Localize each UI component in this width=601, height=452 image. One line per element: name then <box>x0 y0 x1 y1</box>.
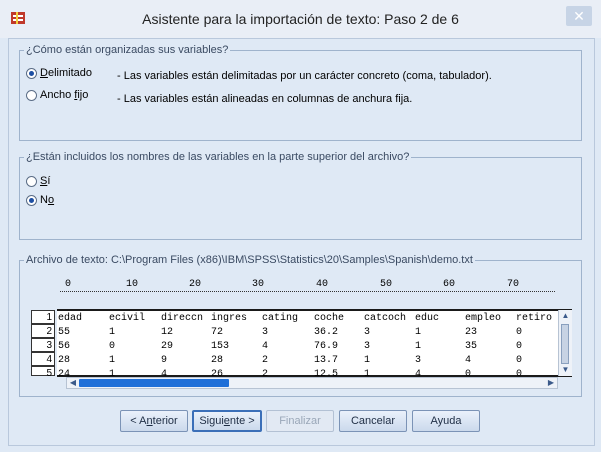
horizontal-scroll-thumb[interactable] <box>79 379 229 387</box>
preview-cell: 29 <box>161 341 174 352</box>
preview-cell: 28 <box>58 355 71 366</box>
preview-header-cell: ingres <box>211 313 248 324</box>
preview-cell: 12 <box>161 327 174 338</box>
preview-cell: 36.2 <box>314 327 339 338</box>
delimited-description: - Las variables están delimitadas por un… <box>117 70 492 82</box>
preview-cell: 55 <box>58 327 71 338</box>
preview-cell: 9 <box>161 355 168 366</box>
scroll-right-icon[interactable]: ▶ <box>545 378 557 388</box>
back-button[interactable]: < Anterior <box>120 410 188 432</box>
preview-header-cell: direccn <box>161 313 204 324</box>
preview-header-cell: coche <box>314 313 345 324</box>
ruler-tick: 0 <box>65 279 72 290</box>
preview-cell: 4 <box>465 355 472 366</box>
preview-cell: 13.7 <box>314 355 339 366</box>
ruler-tick: 30 <box>252 279 265 290</box>
ruler-tick: 50 <box>380 279 393 290</box>
preview-cell: 0 <box>109 341 116 352</box>
row-number: 5 <box>31 366 55 379</box>
row-number: 2 <box>31 324 55 338</box>
ruler-tick: 70 <box>507 279 520 290</box>
preview-cell: 3 <box>364 327 371 338</box>
preview-header-cell: catcoch <box>364 313 407 324</box>
preview-cell: 0 <box>516 341 523 352</box>
preview-cell: 3 <box>415 355 422 366</box>
radio-fixed-width-indicator[interactable] <box>26 89 37 101</box>
preview-cell: 1 <box>364 355 371 366</box>
preview-cell: 0 <box>516 355 523 366</box>
scroll-left-icon[interactable]: ◀ <box>67 378 79 388</box>
close-button[interactable]: ✕ <box>566 6 592 26</box>
row-number: 4 <box>31 352 55 366</box>
radio-fixed-width[interactable]: Ancho fijo <box>26 89 88 101</box>
radio-names-no-label: No <box>40 194 55 206</box>
ruler-tick: 40 <box>316 279 329 290</box>
file-preview-grid: edad ecivil direccn ingres cating coche catcoc… <box>58 310 558 380</box>
preview-cell: 56 <box>58 341 71 352</box>
names-legend: ¿Están incluidos los nombres de las vari… <box>26 151 410 163</box>
preview-cell: 72 <box>211 327 224 338</box>
preview-header-cell: empleo <box>465 313 502 324</box>
radio-fixed-width-label: Ancho fijo <box>40 89 89 101</box>
preview-cell: 28 <box>211 355 224 366</box>
names-group: ¿Están incluidos los nombres de las vari… <box>19 151 582 240</box>
ruler-tick: 20 <box>189 279 202 290</box>
vertical-scrollbar[interactable]: ▲ ▼ <box>558 310 572 376</box>
preview-cell: 1 <box>415 327 422 338</box>
finish-button[interactable]: Finalizar <box>266 410 334 432</box>
ruler-tick: 60 <box>443 279 456 290</box>
file-path-legend: Archivo de texto: C:\Program Files (x86)… <box>26 254 473 266</box>
scroll-down-icon[interactable]: ▼ <box>559 364 572 376</box>
preview-header-cell: ecivil <box>109 313 146 324</box>
preview-cell: 3 <box>262 327 269 338</box>
horizontal-scrollbar[interactable]: ◀ ▶ <box>66 377 558 389</box>
title-bar: Asistente para la importación de texto: … <box>0 0 601 38</box>
row-number: 3 <box>31 338 55 352</box>
preview-cell: 4 <box>262 341 269 352</box>
ruler-tick: 10 <box>126 279 139 290</box>
preview-cell: 1 <box>415 341 422 352</box>
radio-names-yes[interactable]: Sí <box>26 175 50 187</box>
preview-header-cell: cating <box>262 313 299 324</box>
vertical-scroll-thumb[interactable] <box>561 324 569 364</box>
preview-header-cell: educ <box>415 313 440 324</box>
fixed-width-description: - Las variables están alineadas en colum… <box>117 93 413 105</box>
radio-names-no-indicator[interactable] <box>26 194 37 206</box>
organization-legend: ¿Cómo están organizadas sus variables? <box>26 44 229 56</box>
preview-cell: 1 <box>109 355 116 366</box>
preview-cell: 23 <box>465 327 478 338</box>
preview-cell: 153 <box>211 341 230 352</box>
next-button[interactable]: Siguiente > <box>192 410 262 432</box>
radio-names-no[interactable]: No <box>26 194 54 206</box>
radio-delimited[interactable]: Delimitado <box>26 67 92 79</box>
radio-names-yes-label: Sí <box>40 175 51 187</box>
radio-delimited-indicator[interactable] <box>26 67 37 79</box>
scroll-up-icon[interactable]: ▲ <box>559 310 572 322</box>
preview-cell: 35 <box>465 341 478 352</box>
preview-cell: 0 <box>516 327 523 338</box>
row-number: 1 <box>31 310 55 324</box>
preview-cell: 2 <box>262 355 269 366</box>
help-button[interactable]: Ayuda <box>412 410 480 432</box>
column-ruler: 0 10 20 30 40 50 60 70 <box>60 279 560 301</box>
ruler-dots <box>60 291 555 296</box>
preview-header-cell: retiro <box>516 313 553 324</box>
radio-delimited-label: Delimitado <box>40 67 92 79</box>
preview-header-cell: edad <box>58 313 83 324</box>
cancel-button[interactable]: Cancelar <box>339 410 407 432</box>
preview-cell: 3 <box>364 341 371 352</box>
window-title: Asistente para la importación de texto: … <box>142 11 459 27</box>
preview-cell: 76.9 <box>314 341 339 352</box>
preview-cell: 1 <box>109 327 116 338</box>
radio-names-yes-indicator[interactable] <box>26 175 37 187</box>
row-number-column: 1 2 3 4 5 <box>31 309 57 379</box>
